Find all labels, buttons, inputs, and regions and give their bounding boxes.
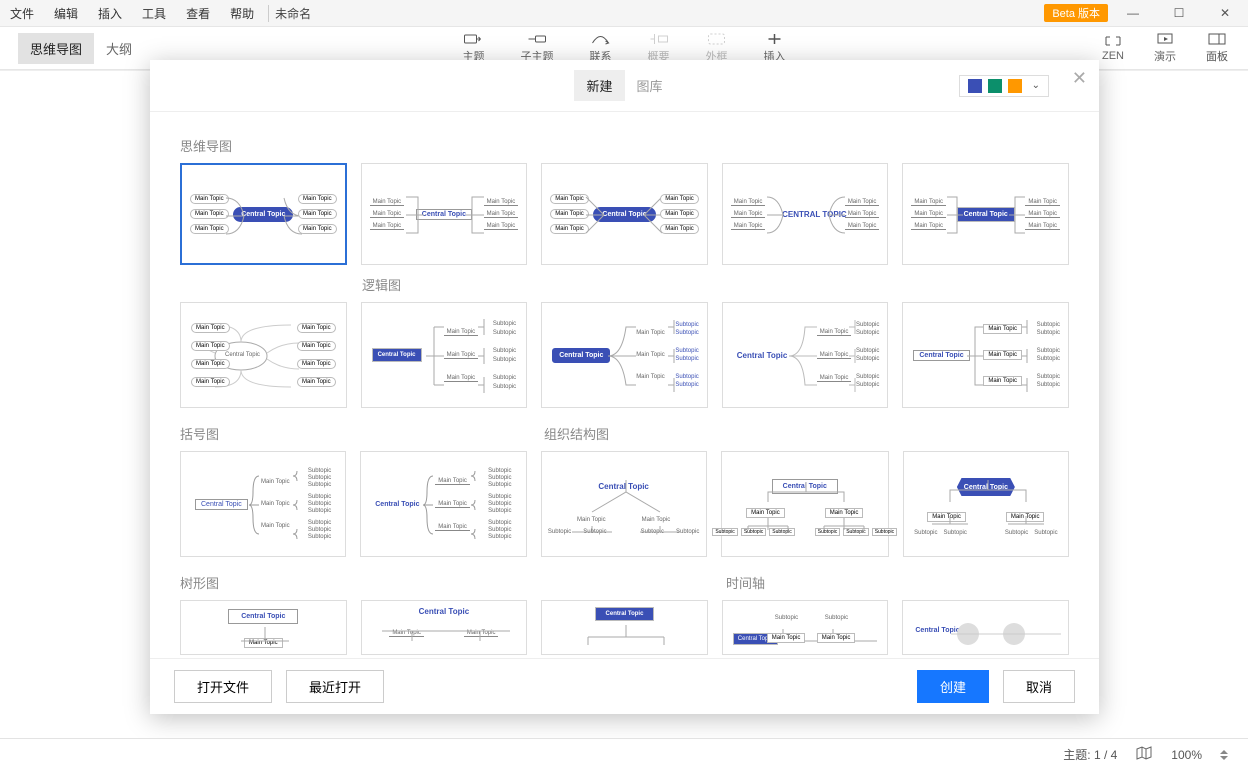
- template-mindmap-4[interactable]: Main TopicMain TopicMain Topic CENTRAL T…: [722, 163, 889, 265]
- template-org-3[interactable]: Central Topic Main TopicMain Topic Subto…: [903, 451, 1069, 557]
- template-tree-1[interactable]: Central Topic Main Topic: [180, 600, 347, 655]
- zen-icon: [1103, 34, 1123, 48]
- org-lines: [542, 452, 706, 556]
- template-brace-1[interactable]: Central Topic Main TopicMain TopicMain T…: [180, 451, 346, 557]
- zoom-stepper[interactable]: [1220, 748, 1230, 762]
- summary-icon: [649, 32, 669, 46]
- org-lines: [904, 452, 1068, 556]
- modal-footer: 打开文件 最近打开 创建 取消: [150, 658, 1099, 714]
- modal-tab-gallery[interactable]: 图库: [625, 70, 675, 101]
- template-logic-1[interactable]: Central Topic Main TopicMain TopicMain T…: [361, 302, 528, 408]
- modal-body[interactable]: 思维导图 Main TopicMain TopicMain Topic Cent…: [150, 112, 1099, 658]
- create-button[interactable]: 创建: [917, 670, 989, 703]
- open-file-button[interactable]: 打开文件: [174, 670, 272, 703]
- menu-help[interactable]: 帮助: [220, 5, 264, 22]
- template-timeline-1[interactable]: Central Topic Main Topic Main Topic Subt…: [722, 600, 889, 655]
- map-icon[interactable]: [1135, 746, 1153, 763]
- mode-tabs: 思维导图 大纲: [18, 33, 144, 64]
- color-theme-picker[interactable]: ⌄: [959, 75, 1049, 97]
- modal-tab-new[interactable]: 新建: [574, 70, 624, 101]
- section-brace-title: 括号图: [180, 424, 544, 443]
- template-tree-3[interactable]: Central Topic: [541, 600, 708, 655]
- section-brace-org-row: Central Topic Main TopicMain TopicMain T…: [180, 451, 1069, 557]
- present-icon: [1155, 32, 1175, 46]
- panel-icon: [1207, 32, 1227, 46]
- window-controls: — ☐ ✕: [1110, 0, 1248, 26]
- template-mindmap-1[interactable]: Main TopicMain TopicMain Topic Central T…: [180, 163, 347, 265]
- window-minimize[interactable]: —: [1110, 0, 1156, 26]
- section-mindmap-title: 思维导图: [180, 136, 1069, 155]
- section-logic-title: 逻辑图: [362, 275, 1069, 294]
- swatch-accent: [1008, 79, 1022, 93]
- doc-name: 未命名: [268, 5, 317, 22]
- menu-file[interactable]: 文件: [0, 5, 44, 22]
- modal-header: 新建 图库 ⌄ ✕: [150, 60, 1099, 112]
- template-logic-4[interactable]: Central Topic Main TopicMain TopicMain T…: [902, 302, 1069, 408]
- template-mindmap-3[interactable]: Main TopicMain TopicMain Topic Central T…: [541, 163, 708, 265]
- template-brace-2[interactable]: Central Topic Main TopicMain TopicMain T…: [360, 451, 526, 557]
- tool-present[interactable]: 演示: [1154, 32, 1176, 64]
- menu-edit[interactable]: 编辑: [44, 5, 88, 22]
- section-timeline-title: 时间轴: [726, 573, 765, 592]
- window-maximize[interactable]: ☐: [1156, 0, 1202, 26]
- template-org-1[interactable]: Central Topic Main TopicMain Topic Subto…: [541, 451, 707, 557]
- timeline-lines: [723, 601, 888, 654]
- section-tree-timeline-row: Central Topic Main Topic Central Topic M…: [180, 600, 1069, 655]
- section-tree-title: 树形图: [180, 573, 726, 592]
- template-logic-3[interactable]: Central Topic Main TopicMain TopicMain T…: [722, 302, 889, 408]
- status-topic: 主题: 1 / 4: [1063, 746, 1117, 763]
- mode-mindmap[interactable]: 思维导图: [18, 33, 94, 64]
- chevron-down-icon: ⌄: [1032, 80, 1040, 91]
- template-logic-0[interactable]: Central Topic Main TopicMain TopicMain T…: [180, 302, 347, 408]
- section-org-title: 组织结构图: [544, 424, 609, 443]
- menu-insert[interactable]: 插入: [88, 5, 132, 22]
- menu-tool[interactable]: 工具: [132, 5, 176, 22]
- modal-close[interactable]: ✕: [1072, 68, 1087, 89]
- template-tree-2[interactable]: Central Topic Main TopicMain Topic: [361, 600, 528, 655]
- mode-outline[interactable]: 大纲: [94, 33, 144, 64]
- tool-zen[interactable]: ZEN: [1102, 34, 1124, 62]
- modal-tabs: 新建 图库: [574, 70, 674, 101]
- relation-icon: [591, 32, 611, 46]
- recent-open-button[interactable]: 最近打开: [286, 670, 384, 703]
- plus-icon: [765, 32, 785, 46]
- template-mindmap-5[interactable]: Main TopicMain TopicMain Topic Central T…: [902, 163, 1069, 265]
- beta-badge: Beta 版本: [1044, 4, 1108, 22]
- template-timeline-2[interactable]: Central Topic: [902, 600, 1069, 655]
- swatch-secondary: [988, 79, 1002, 93]
- topic-icon: [464, 32, 484, 46]
- panel-toggle[interactable]: 面板: [1206, 32, 1228, 64]
- section-logic-row: Central Topic Main TopicMain TopicMain T…: [180, 302, 1069, 408]
- template-logic-2[interactable]: Central Topic Main TopicMain TopicMain T…: [541, 302, 708, 408]
- cancel-button[interactable]: 取消: [1003, 670, 1075, 703]
- template-org-2[interactable]: Central Topic Main TopicMain Topic Subto…: [721, 451, 889, 557]
- subtopic-icon: [527, 32, 547, 46]
- org-lines: [722, 452, 888, 556]
- boundary-icon: [707, 32, 727, 46]
- hex-central: Central Topic: [957, 478, 1015, 496]
- swatch-primary: [968, 79, 982, 93]
- status-bar: 主题: 1 / 4 100%: [0, 738, 1248, 770]
- template-mindmap-2[interactable]: Main TopicMain TopicMain Topic Central T…: [361, 163, 528, 265]
- section-mindmap-row: Main TopicMain TopicMain Topic Central T…: [180, 163, 1069, 265]
- zoom-value[interactable]: 100%: [1171, 748, 1202, 762]
- toolbar-right: ZEN 演示 面板: [1102, 32, 1228, 64]
- new-template-modal: 新建 图库 ⌄ ✕ 思维导图 Main TopicMain TopicMain …: [150, 60, 1099, 714]
- menu-view[interactable]: 查看: [176, 5, 220, 22]
- window-close[interactable]: ✕: [1202, 0, 1248, 26]
